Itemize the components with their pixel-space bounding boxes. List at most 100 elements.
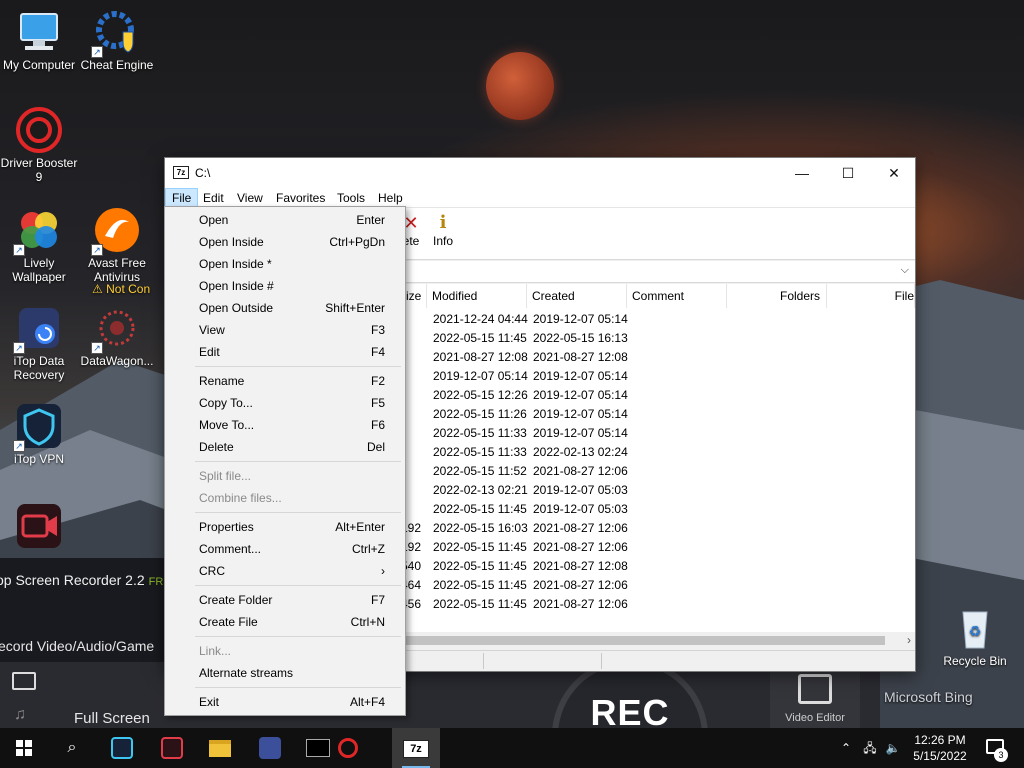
chevron-down-icon[interactable]: ⌵ (901, 264, 909, 277)
desktop-icon-label: iTop VPN (13, 452, 65, 466)
chevron-right-icon[interactable]: › (907, 632, 911, 649)
taskbar-screen-recorder-icon[interactable] (148, 728, 196, 768)
menu-item-open[interactable]: Open Enter (167, 209, 403, 231)
taskbar-itop-vpn-icon[interactable] (98, 728, 146, 768)
menu-item-shortcut: Del (366, 440, 385, 454)
cell-modified: 2022-05-15 16:03 (433, 521, 528, 535)
column-comment[interactable]: Comment (627, 284, 727, 308)
menu-edit[interactable]: Edit (197, 188, 230, 208)
menu-item-exit[interactable]: Exit Alt+F4 (167, 691, 403, 713)
audio-mode-icon[interactable]: ♫ (14, 706, 26, 724)
menu-help[interactable]: Help (372, 188, 409, 208)
maximize-button[interactable]: ☐ (825, 158, 871, 188)
menu-separator (195, 512, 401, 513)
menu-item-label: Move To... (199, 418, 255, 432)
cell-created: 2022-05-15 16:13 (533, 331, 628, 345)
desktop-icon-itop-vpn[interactable]: ↗ iTop VPN (0, 402, 78, 466)
close-button[interactable]: ✕ (871, 158, 917, 188)
desktop-icon-itop-screen-recorder[interactable] (0, 502, 78, 552)
menu-item-label: Split file... (199, 469, 252, 483)
menu-item-open-inside[interactable]: Open Inside * (167, 253, 403, 275)
menu-item-shortcut: F6 (370, 418, 385, 432)
notification-center-button[interactable]: 3 (980, 728, 1016, 768)
menu-item-comment[interactable]: Comment... Ctrl+Z (167, 538, 403, 560)
desktop-icon-itop-data-recovery[interactable]: ↗ iTop Data Recovery (0, 304, 78, 382)
menu-item-delete[interactable]: Delete Del (167, 436, 403, 458)
recycle-bin-icon: ♻ (951, 604, 999, 652)
menu-item-label: Open (199, 213, 229, 227)
menu-item-label: Comment... (199, 542, 262, 556)
desktop-icon-label: Driver Booster 9 (0, 156, 78, 184)
menu-item-label: Create Folder (199, 593, 273, 607)
shortcut-arrow-icon: ↗ (91, 342, 103, 354)
menu-tools[interactable]: Tools (331, 188, 371, 208)
desktop-icon-datawagon[interactable]: ↗ DataWagon... (78, 304, 156, 368)
menu-item-alternate-streams[interactable]: Alternate streams (167, 662, 403, 684)
start-button[interactable] (0, 728, 48, 768)
menu-item-shortcut: Ctrl+N (350, 615, 385, 629)
menu-item-create-file[interactable]: Create File Ctrl+N (167, 611, 403, 633)
menu-item-properties[interactable]: Properties Alt+Enter (167, 516, 403, 538)
menu-item-create-folder[interactable]: Create Folder F7 (167, 589, 403, 611)
desktop-icon-driver-booster[interactable]: Driver Booster 9 (0, 106, 78, 184)
shortcut-arrow-icon: ↗ (13, 342, 25, 354)
network-icon[interactable]: 🖧 (858, 728, 882, 768)
menu-item-label: Properties (199, 520, 254, 534)
chevron-up-icon[interactable]: ⌃ (836, 728, 856, 768)
cell-created: 2021-08-27 12:06 (533, 540, 628, 554)
recorder-title: op Screen Recorder 2.2FREE (0, 572, 178, 588)
menu-view[interactable]: View (231, 188, 269, 208)
menu-separator (195, 585, 401, 586)
cell-modified: 2022-05-15 11:45 (433, 540, 527, 554)
column-modified[interactable]: Modified (427, 284, 527, 308)
menu-item-open-inside[interactable]: Open Inside Ctrl+PgDn (167, 231, 403, 253)
info-icon: i (439, 212, 447, 233)
info-button[interactable]: i Info (423, 212, 463, 248)
menu-item-open-outside[interactable]: Open Outside Shift+Enter (167, 297, 403, 319)
column-folders[interactable]: Folders (727, 284, 827, 308)
menu-favorites[interactable]: Favorites (270, 188, 331, 208)
desktop-icon-label: Recycle Bin (943, 654, 1007, 668)
taskbar-data-recovery-icon[interactable] (246, 728, 294, 768)
avast-icon: ↗ (91, 206, 141, 256)
taskbar-seven-zip-icon[interactable]: 7z (392, 728, 440, 768)
windows-logo-icon (16, 740, 32, 756)
recovery-icon: ↗ (13, 304, 63, 354)
desktop-icon-recycle-bin[interactable]: ♻ Recycle Bin (936, 604, 1014, 668)
menu-item-shortcut: Ctrl+Z (352, 542, 385, 556)
taskbar-file-explorer-icon[interactable] (196, 728, 244, 768)
monitor-mode-icon[interactable] (12, 672, 36, 690)
desktop-icon-avast[interactable]: ↗ Avast Free Antivirus (78, 206, 156, 284)
desktop-icon-my-computer[interactable]: My Computer (0, 8, 78, 72)
menu-item-crc[interactable]: CRC › (167, 560, 403, 582)
desktop-icon-cheat-engine[interactable]: ↗ Cheat Engine (78, 8, 156, 72)
menu-item-edit[interactable]: Edit F4 (167, 341, 403, 363)
menu-item-shortcut: Alt+Enter (335, 520, 385, 534)
menu-item-label: Edit (199, 345, 220, 359)
menu-item-label: Open Outside (199, 301, 274, 315)
scrollbar-thumb[interactable] (395, 636, 885, 645)
menu-item-copy-to[interactable]: Copy To... F5 (167, 392, 403, 414)
bing-watermark: Microsoft Bing (884, 689, 973, 705)
desktop-icon-lively-wallpaper[interactable]: ↗ Lively Wallpaper (0, 206, 78, 284)
menu-item-move-to[interactable]: Move To... F6 (167, 414, 403, 436)
menu-item-open-inside[interactable]: Open Inside # (167, 275, 403, 297)
gear-shield-icon: ↗ (91, 8, 141, 58)
column-created[interactable]: Created (527, 284, 627, 308)
menu-item-label: View (199, 323, 225, 337)
menu-item-label: Copy To... (199, 396, 253, 410)
menu-item-rename[interactable]: Rename F2 (167, 370, 403, 392)
menu-file[interactable]: File (165, 188, 199, 208)
taskbar-driver-booster-icon[interactable] (324, 728, 372, 768)
video-editor-button[interactable]: Video Editor (770, 668, 860, 728)
volume-muted-icon[interactable]: 🔈 (882, 728, 904, 768)
cell-created: 2021-08-27 12:06 (533, 464, 628, 478)
column-files[interactable]: File (827, 284, 915, 308)
search-icon[interactable]: ⌕ (48, 728, 96, 768)
clock[interactable]: 12:26 PM 5/15/2022 (906, 732, 974, 764)
full-screen-mode[interactable]: Full Screen (74, 710, 150, 727)
window-titlebar[interactable]: 7z C:\ — ☐ ✕ (165, 158, 915, 188)
minimize-button[interactable]: — (779, 158, 825, 188)
cell-modified: 2022-05-15 12:26 (433, 388, 528, 402)
menu-item-view[interactable]: View F3 (167, 319, 403, 341)
